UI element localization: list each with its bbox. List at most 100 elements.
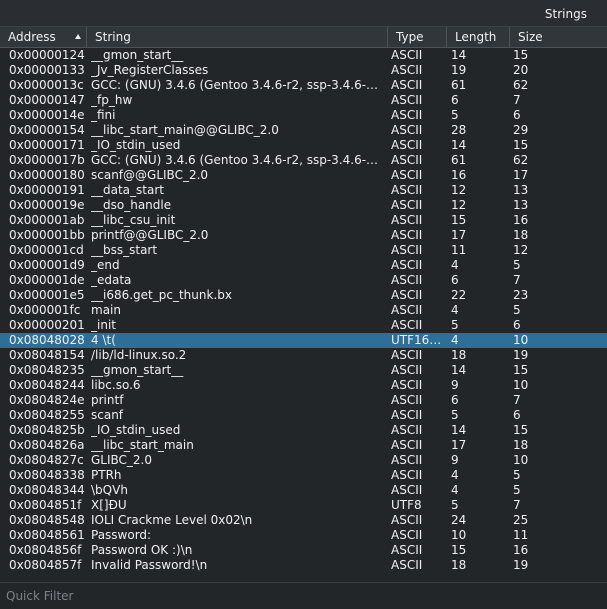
cell-string: _IO_stdin_used: [91, 138, 181, 152]
cell-string: __gmon_start__: [91, 48, 184, 62]
quick-filter-input[interactable]: [0, 583, 607, 608]
cell-size: 7: [513, 273, 521, 287]
cell-size: 18: [513, 438, 529, 452]
cell-string: GCC: (GNU) 3.4.6 (Gentoo 3.4.6-r2, ssp-3…: [91, 78, 379, 92]
table-row[interactable]: 0x08048154/lib/ld-linux.so.2 ASCII 18 19: [0, 348, 607, 363]
table-row[interactable]: 0x08048548 IOLI Crackme Level 0x02\n ASCII…: [0, 513, 607, 528]
table-row[interactable]: 0x0804826a __libc_start_main ASCII 17 18: [0, 438, 607, 453]
table-row[interactable]: 0x00000191 __data_start ASCII 12 13: [0, 183, 607, 198]
cell-address: 0x00000171: [9, 138, 85, 152]
column-header-length[interactable]: Length: [447, 27, 510, 47]
cell-type: ASCII: [391, 108, 423, 122]
cell-size: 5: [513, 303, 521, 317]
table-header: Address String Type Length Size: [0, 27, 607, 48]
table-row[interactable]: 0x0804825b _IO_stdin_used ASCII 14 15: [0, 423, 607, 438]
table-row[interactable]: 0x0804857f Invalid Password!\n ASCII 18 19: [0, 558, 607, 573]
cell-size: 20: [513, 63, 529, 77]
cell-type: ASCII: [391, 513, 423, 527]
table-row[interactable]: 0x000001e5 __i686.get_pc_thunk.bx ASCII 22 2…: [0, 288, 607, 303]
table-row[interactable]: 0x000001fc main ASCII 4 5: [0, 303, 607, 318]
table-row[interactable]: 0x0000013c GCC: (GNU) 3.4.6 (Gentoo 3.4.6…: [0, 78, 607, 93]
cell-size: 16: [513, 543, 529, 557]
table-row[interactable]: 0x000001cd __bss_start ASCII 11 12: [0, 243, 607, 258]
cell-size: 5: [513, 483, 521, 497]
table-row[interactable]: 0x00000154 __libc_start_main@@GLIBC_2.0 AS…: [0, 123, 607, 138]
table-row[interactable]: 0x0804851f X[]ÐU UTF8 5 7: [0, 498, 607, 513]
cell-address: 0x000001fc: [9, 303, 81, 317]
table-row[interactable]: 0x0804856f Password OK :)\n ASCII 15 16: [0, 543, 607, 558]
column-header-size[interactable]: Size: [510, 27, 607, 47]
table-row[interactable]: 0x00000147 _fp_hw ASCII 6 7: [0, 93, 607, 108]
cell-length: 5: [451, 108, 459, 122]
cell-address: 0x08048028: [9, 333, 85, 347]
table-row[interactable]: 0x08048344 \bQVh ASCII 4 5: [0, 483, 607, 498]
cell-string: scanf: [91, 408, 124, 422]
strings-table[interactable]: 0x00000124 __gmon_start__ ASCII 14 15 0x00000…: [0, 48, 607, 578]
cell-address: 0x00000201: [9, 318, 85, 332]
cell-string: Password:: [91, 528, 152, 542]
cell-type: ASCII: [391, 243, 423, 257]
table-row[interactable]: 0x0000014e _fini ASCII 5 6: [0, 108, 607, 123]
cell-address: 0x00000133: [9, 63, 85, 77]
table-row[interactable]: 0x08048255 scanf ASCII 5 6: [0, 408, 607, 423]
cell-address: 0x0804826a: [9, 438, 85, 452]
cell-length: 12: [451, 198, 467, 212]
table-row[interactable]: 0x000001de _edata ASCII 6 7: [0, 273, 607, 288]
cell-size: 13: [513, 198, 529, 212]
column-header-address[interactable]: Address: [0, 27, 87, 47]
table-row[interactable]: 0x00000124 __gmon_start__ ASCII 14 15: [0, 48, 607, 63]
table-row[interactable]: 0x000001bb printf@@GLIBC_2.0 ASCII 17 18: [0, 228, 607, 243]
cell-length: 6: [451, 273, 459, 287]
cell-size: 62: [513, 153, 529, 167]
cell-size: 6: [513, 408, 521, 422]
table-row-selected[interactable]: 0x08048028 4 \t(UTF16LE 4 10: [0, 333, 607, 348]
cell-type: ASCII: [391, 273, 423, 287]
cell-type: ASCII: [391, 438, 423, 452]
table-row[interactable]: 0x00000171 _IO_stdin_used ASCII 14 15: [0, 138, 607, 153]
table-row[interactable]: 0x000001ab __libc_csu_init ASCII 15 16: [0, 213, 607, 228]
column-header-string[interactable]: String: [87, 27, 388, 47]
table-row[interactable]: 0x08048244 libc.so.6 ASCII 9 10: [0, 378, 607, 393]
cell-string: _Jv_RegisterClasses: [91, 63, 209, 77]
cell-size: 29: [513, 123, 529, 137]
table-row[interactable]: 0x00000180 scanf@@GLIBC_2.0 ASCII 16 17: [0, 168, 607, 183]
table-row[interactable]: 0x00000133 _Jv_RegisterClasses ASCII 19 20: [0, 63, 607, 78]
cell-address: 0x08048344: [9, 483, 85, 497]
panel-title: Strings: [544, 7, 587, 21]
cell-string: GCC: (GNU) 3.4.6 (Gentoo 3.4.6-r2, ssp-3…: [91, 153, 379, 167]
cell-length: 4: [451, 468, 459, 482]
table-row[interactable]: 0x0000017b GCC: (GNU) 3.4.6 (Gentoo 3.4.6…: [0, 153, 607, 168]
cell-type: ASCII: [391, 423, 423, 437]
cell-type: UTF16LE: [391, 333, 443, 347]
cell-address: 0x08048255: [9, 408, 85, 422]
cell-type: ASCII: [391, 153, 423, 167]
table-row[interactable]: 0x00000201 _init ASCII 5 6: [0, 318, 607, 333]
table-row[interactable]: 0x08048235 __gmon_start__ ASCII 14 15: [0, 363, 607, 378]
cell-size: 7: [513, 393, 521, 407]
cell-string: Password OK :)\n: [91, 543, 193, 557]
table-row[interactable]: 0x0804824e printf ASCII 6 7: [0, 393, 607, 408]
cell-size: 6: [513, 108, 521, 122]
cell-size: 10: [513, 453, 529, 467]
cell-address: 0x08048338: [9, 468, 85, 482]
cell-string: __data_start: [91, 183, 164, 197]
table-row[interactable]: 0x000001d9 _end ASCII 4 5: [0, 258, 607, 273]
cell-length: 5: [451, 318, 459, 332]
cell-string: /lib/ld-linux.so.2: [91, 348, 187, 362]
cell-address: 0x000001d9: [9, 258, 85, 272]
cell-string: __i686.get_pc_thunk.bx: [91, 288, 232, 302]
table-row[interactable]: 0x08048338 PTRh ASCII 4 5: [0, 468, 607, 483]
table-row[interactable]: 0x0000019e __dso_handle ASCII 12 13: [0, 198, 607, 213]
column-header-type[interactable]: Type: [388, 27, 447, 47]
cell-length: 17: [451, 228, 467, 242]
table-row[interactable]: 0x08048561 Password: ASCII 10 11: [0, 528, 607, 543]
cell-address: 0x0804856f: [9, 543, 82, 557]
cell-length: 24: [451, 513, 467, 527]
cell-type: ASCII: [391, 288, 423, 302]
cell-string: printf: [91, 393, 124, 407]
cell-type: ASCII: [391, 468, 423, 482]
cell-type: ASCII: [391, 303, 423, 317]
sort-ascending-icon: [75, 34, 81, 39]
table-row[interactable]: 0x0804827c GLIBC_2.0 ASCII 9 10: [0, 453, 607, 468]
cell-address: 0x0804824e: [9, 393, 85, 407]
